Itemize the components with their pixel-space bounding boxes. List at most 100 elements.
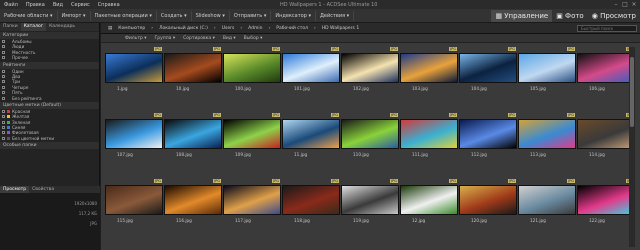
thumbnail-item[interactable]: JPG 107.jpg xyxy=(105,113,163,179)
tab-folders[interactable]: Папки xyxy=(0,23,21,31)
menu-file[interactable]: Файл xyxy=(0,2,22,8)
thumbnail-item[interactable]: JPG 12.jpg xyxy=(400,179,458,245)
thumbnail-item[interactable]: JPG114.jpg xyxy=(577,113,635,179)
filter-button[interactable]: Фильтр ▾ xyxy=(121,36,151,41)
thumbnail-image[interactable] xyxy=(459,53,517,83)
tab-calendar[interactable]: Календарь xyxy=(46,23,78,31)
thumbnail-item[interactable]: JPG 108.jpg xyxy=(164,113,222,179)
thumbnail-item[interactable]: JPG 113.jpg xyxy=(518,113,576,179)
thumbnail-item[interactable]: JPG 103.jpg xyxy=(400,47,458,113)
crumb-disk[interactable]: Локальный диск (C:) xyxy=(156,26,211,31)
minimize-icon[interactable]: – xyxy=(612,1,620,8)
checkbox[interactable] xyxy=(2,85,5,89)
tab-properties[interactable]: Свойства xyxy=(29,186,57,193)
thumbnail-item[interactable]: JPG 117.jpg xyxy=(223,179,281,245)
import-button[interactable]: Импорт ▾ xyxy=(58,10,91,21)
thumbnail-image[interactable] xyxy=(400,119,458,149)
thumbnail-item[interactable]: JPG 115.jpg xyxy=(105,179,163,245)
thumbnail-image[interactable] xyxy=(223,185,281,215)
thumbnail-image[interactable] xyxy=(341,185,399,215)
send-button[interactable]: Отправить ▾ xyxy=(230,10,272,21)
group-button[interactable]: Группа ▾ xyxy=(151,36,180,41)
checkbox[interactable] xyxy=(2,50,5,54)
crumb-admin[interactable]: Admin xyxy=(245,26,265,31)
checkbox[interactable] xyxy=(2,40,5,43)
thumbnail-item[interactable]: JPG 110.jpg xyxy=(341,113,399,179)
thumbnail-image[interactable] xyxy=(459,185,517,215)
checkbox[interactable] xyxy=(2,136,5,140)
thumbnail-item[interactable]: JPG 118.jpg xyxy=(282,179,340,245)
thumbnail-image[interactable] xyxy=(459,119,517,149)
thumbnail-image[interactable] xyxy=(577,53,635,83)
thumbnail-item[interactable]: JPG 100.jpg xyxy=(223,47,281,113)
checkbox[interactable] xyxy=(2,131,5,135)
special-folders-header[interactable]: Особые папки xyxy=(0,142,99,150)
checkbox[interactable] xyxy=(2,115,5,119)
thumbnail-image[interactable] xyxy=(341,53,399,83)
thumbnail-image[interactable] xyxy=(223,119,281,149)
quick-search-input[interactable]: Быстрый поиск xyxy=(577,25,637,32)
menu-view[interactable]: Вид xyxy=(49,2,67,8)
crumb-computer[interactable]: Компьютер xyxy=(115,26,148,31)
indexer-button[interactable]: Индексатор ▾ xyxy=(271,10,316,21)
thumbnail-item[interactable]: JPG 116.jpg xyxy=(164,179,222,245)
checkbox[interactable] xyxy=(2,80,5,84)
thumbnail-image[interactable] xyxy=(577,119,635,149)
thumbnail-item[interactable]: JPG 120.jpg xyxy=(459,179,517,245)
crumb-hd-wallpapers[interactable]: HD Wallpapers 1 xyxy=(319,26,362,31)
maximize-icon[interactable]: □ xyxy=(621,1,629,8)
tree-item[interactable]: Без цветной метки xyxy=(0,136,99,141)
actions-button[interactable]: Действия ▾ xyxy=(316,10,355,21)
thumbnail-image[interactable] xyxy=(518,119,576,149)
workspaces-button[interactable]: Рабочие области ▾ xyxy=(0,10,58,21)
thumbnail-image[interactable] xyxy=(105,119,163,149)
thumbnail-image[interactable] xyxy=(341,119,399,149)
thumbnail-item[interactable]: JPG 1.jpg xyxy=(105,47,163,113)
close-icon[interactable]: × xyxy=(630,1,638,8)
thumbnail-item[interactable]: JPG 102.jpg xyxy=(341,47,399,113)
checkbox[interactable] xyxy=(2,45,5,49)
ratings-header[interactable]: Рейтинги xyxy=(0,61,99,69)
tree-item[interactable]: Без рейтинга xyxy=(0,96,99,101)
thumbnail-image[interactable] xyxy=(400,53,458,83)
thumbnail-item[interactable]: JPG122.jpg xyxy=(577,179,635,245)
crumb-users[interactable]: Users xyxy=(219,26,238,31)
thumbnail-item[interactable]: JPG 101.jpg xyxy=(282,47,340,113)
thumbnail-item[interactable]: JPG 121.jpg xyxy=(518,179,576,245)
crumb-desktop[interactable]: Рабочий стол xyxy=(273,26,311,31)
thumbnail-item[interactable]: JPG 119.jpg xyxy=(341,179,399,245)
vertical-scrollbar[interactable] xyxy=(629,47,635,247)
thumbnail-image[interactable] xyxy=(164,53,222,83)
checkbox[interactable] xyxy=(2,56,5,60)
sort-button[interactable]: Сортировка ▾ xyxy=(179,36,219,41)
thumbnail-item[interactable]: JPG 11.jpg xyxy=(282,113,340,179)
menu-tools[interactable]: Сервис xyxy=(67,2,94,8)
thumbnail-item[interactable]: JPG 105.jpg xyxy=(518,47,576,113)
thumbnail-item[interactable]: JPG106.jpg xyxy=(577,47,635,113)
thumbnail-image[interactable] xyxy=(105,53,163,83)
checkbox[interactable] xyxy=(2,109,5,113)
thumbnail-item[interactable]: JPG 104.jpg xyxy=(459,47,517,113)
view-button[interactable]: Вид ▾ xyxy=(219,36,240,41)
slideshow-button[interactable]: Slideshow ▾ xyxy=(192,10,230,21)
thumbnail-image[interactable] xyxy=(164,119,222,149)
tab-manage[interactable]: ▦ Управление xyxy=(491,10,553,22)
tab-photos[interactable]: ▣ Фото xyxy=(552,10,588,22)
thumbnail-image[interactable] xyxy=(577,185,635,215)
scrollbar-thumb[interactable] xyxy=(630,57,634,127)
tab-view[interactable]: ◉ Просмотр xyxy=(588,10,640,22)
tab-catalog[interactable]: Каталог xyxy=(20,23,47,31)
checkbox[interactable] xyxy=(2,74,5,78)
thumbnail-image[interactable] xyxy=(400,185,458,215)
checkbox[interactable] xyxy=(2,120,5,124)
tree-item[interactable]: Прочее xyxy=(0,55,99,60)
thumbnail-image[interactable] xyxy=(164,185,222,215)
checkbox[interactable] xyxy=(2,69,5,73)
thumbnail-image[interactable] xyxy=(518,53,576,83)
thumbnail-image[interactable] xyxy=(282,119,340,149)
menu-edit[interactable]: Правка xyxy=(22,2,49,8)
checkbox[interactable] xyxy=(2,96,5,100)
thumbnail-image[interactable] xyxy=(223,53,281,83)
thumbnail-image[interactable] xyxy=(282,53,340,83)
color-labels-header[interactable]: Цветные метки (Default) xyxy=(0,101,99,109)
